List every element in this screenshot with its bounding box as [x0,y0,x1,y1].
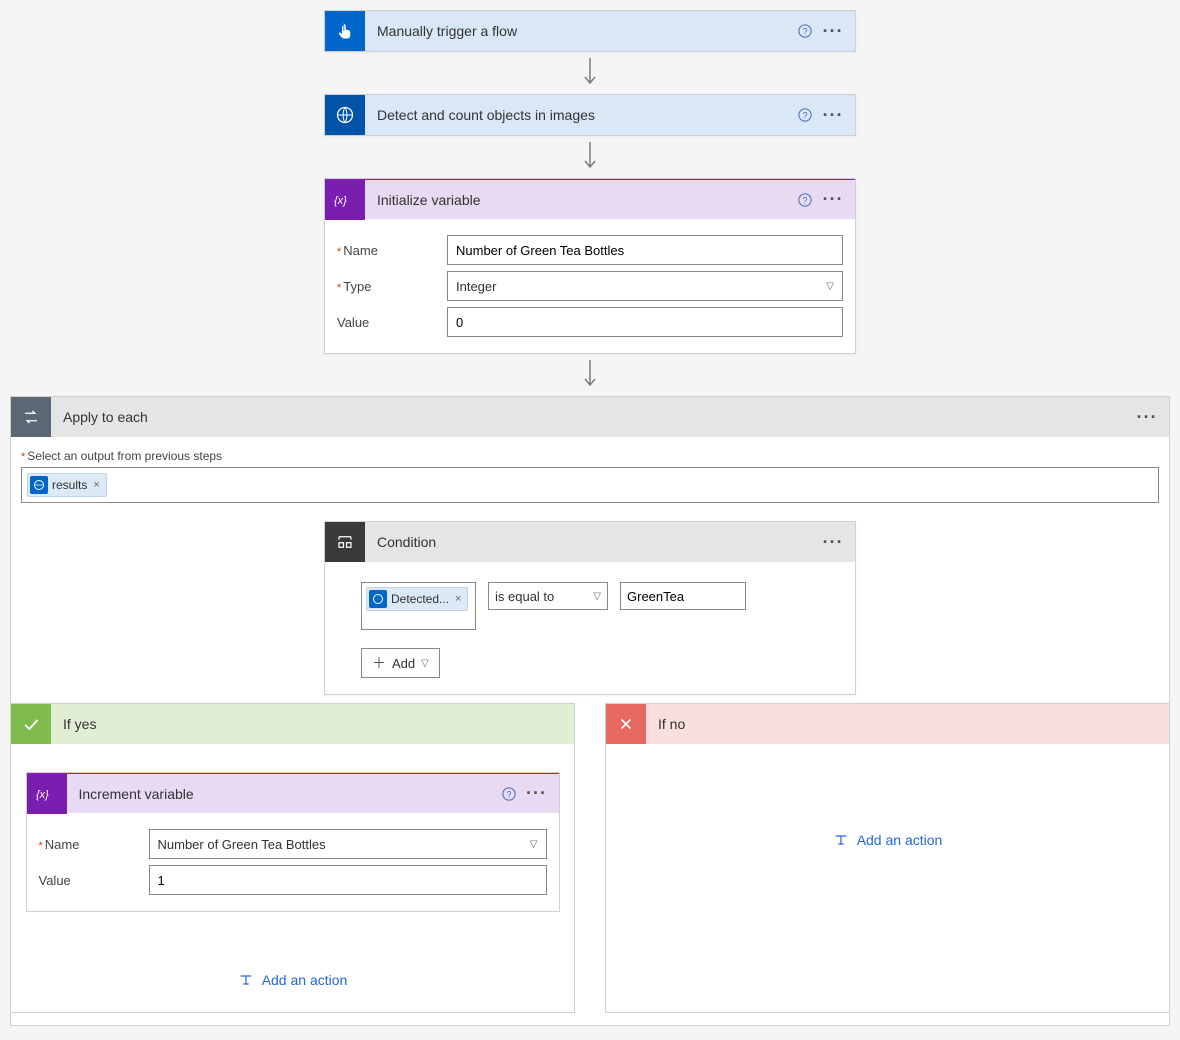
type-select[interactable]: Integer ▽ [447,271,843,301]
apply-each-card: Apply to each ··· Select an output from … [10,396,1170,1026]
name-label: Name [337,243,447,258]
close-icon[interactable]: × [91,479,101,491]
cross-icon [606,704,646,744]
help-icon[interactable]: ? [793,188,817,212]
help-icon[interactable]: ? [793,103,817,127]
variable-icon: {x} [325,180,365,220]
type-label: Type [337,279,447,294]
svg-text:?: ? [803,111,808,121]
help-icon[interactable]: ? [497,782,521,806]
check-icon [11,704,51,744]
operator-value: is equal to [495,589,554,604]
svg-text:?: ? [803,27,808,37]
detect-header[interactable]: Detect and count objects in images ? ··· [325,95,855,135]
add-action-button[interactable]: Add an action [238,972,348,988]
if-yes-title: If yes [51,716,96,732]
add-action-label: Add an action [857,832,943,848]
type-value: Integer [456,279,496,294]
value-label: Value [39,873,149,888]
svg-text:{x}: {x} [36,788,49,800]
ellipsis-icon[interactable]: ··· [1133,405,1161,429]
svg-text:{x}: {x} [334,194,347,206]
if-no-title: If no [646,716,685,732]
condition-left-input[interactable]: Detected... × [361,582,476,630]
ai-icon [325,95,365,135]
chevron-down-icon: ▽ [826,281,834,292]
increment-title: Increment variable [67,786,497,802]
ellipsis-icon[interactable]: ··· [523,782,551,806]
apply-each-title: Apply to each [51,409,1133,425]
variable-icon: {x} [27,774,67,814]
add-action-button[interactable]: Add an action [833,832,943,848]
ellipsis-icon[interactable]: ··· [819,103,847,127]
init-var-body: Name Type Integer ▽ Value [325,219,855,353]
value-input[interactable] [149,865,547,895]
increment-card: {x} Increment variable ? ··· [26,772,560,912]
ellipsis-icon[interactable]: ··· [819,188,847,212]
insert-icon [833,832,849,848]
loop-icon [11,397,51,437]
value-input[interactable] [447,307,843,337]
touch-icon [325,11,365,51]
help-icon[interactable]: ? [793,19,817,43]
select-output-input[interactable]: results × [21,467,1159,503]
detect-card[interactable]: Detect and count objects in images ? ··· [324,94,856,136]
svg-text:?: ? [803,195,808,205]
arrow-icon [582,354,598,396]
trigger-header[interactable]: Manually trigger a flow ? ··· [325,11,855,51]
condition-header[interactable]: Condition ··· [325,522,855,562]
results-token[interactable]: results × [27,473,107,497]
apply-each-header[interactable]: Apply to each ··· [11,397,1169,437]
token-label: results [52,478,87,492]
if-no-branch: If no Add an action [605,703,1170,1013]
name-value: Number of Green Tea Bottles [158,837,326,852]
token-label: Detected... [391,592,449,606]
init-var-card: {x} Initialize variable ? ··· Name Type … [324,178,856,354]
add-action-label: Add an action [262,972,348,988]
if-yes-branch: If yes {x} Increment variable [10,703,575,1013]
if-no-header: If no [606,704,1169,744]
arrow-icon [582,52,598,94]
ai-icon [369,590,387,608]
init-var-title: Initialize variable [365,192,793,208]
plus-icon: ＋ [372,653,386,673]
value-label: Value [337,315,447,330]
chevron-down-icon: ▽ [421,658,429,669]
chevron-down-icon: ▽ [530,839,538,850]
trigger-card[interactable]: Manually trigger a flow ? ··· [324,10,856,52]
if-yes-header: If yes [11,704,574,744]
chevron-down-icon: ▽ [593,591,601,602]
svg-text:?: ? [506,789,511,799]
close-icon[interactable]: × [453,593,463,605]
detected-token[interactable]: Detected... × [366,587,468,611]
arrow-icon [582,136,598,178]
ai-icon [30,476,48,494]
condition-operator-select[interactable]: is equal to ▽ [488,582,608,610]
detect-title: Detect and count objects in images [365,107,793,123]
add-label: Add [392,656,415,671]
name-input[interactable] [447,235,843,265]
condition-right-input[interactable] [620,582,746,610]
ellipsis-icon[interactable]: ··· [819,530,847,554]
condition-icon [325,522,365,562]
condition-card: Condition ··· Detected... × [324,521,856,695]
add-condition-button[interactable]: ＋ Add ▽ [361,648,440,678]
trigger-title: Manually trigger a flow [365,23,793,39]
ellipsis-icon[interactable]: ··· [819,19,847,43]
select-output-label: Select an output from previous steps [21,449,1159,463]
name-label: Name [39,837,149,852]
increment-header[interactable]: {x} Increment variable ? ··· [27,773,559,813]
name-select[interactable]: Number of Green Tea Bottles ▽ [149,829,547,859]
insert-icon [238,972,254,988]
condition-title: Condition [365,534,819,550]
init-var-header[interactable]: {x} Initialize variable ? ··· [325,179,855,219]
